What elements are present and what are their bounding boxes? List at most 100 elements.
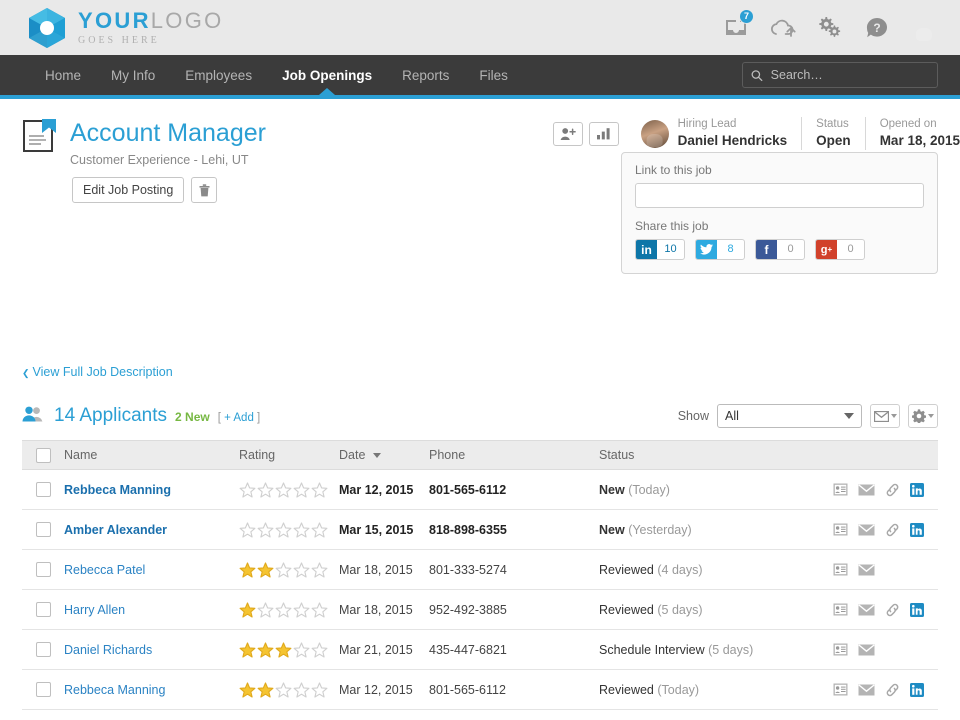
column-header-date[interactable]: Date	[339, 448, 429, 462]
star-icon[interactable]	[311, 562, 328, 578]
envelope-icon[interactable]	[858, 684, 875, 696]
table-row[interactable]: Daniel RichardsMar 21, 2015435-447-6821S…	[22, 630, 938, 670]
rating-stars[interactable]	[239, 602, 339, 618]
star-icon[interactable]	[293, 682, 310, 698]
nav-item-my-info[interactable]: My Info	[96, 55, 170, 95]
row-checkbox[interactable]	[36, 682, 51, 697]
table-settings-button[interactable]	[908, 404, 938, 428]
linkedin-icon[interactable]	[910, 683, 924, 697]
user-avatar[interactable]	[910, 14, 938, 42]
resume-icon[interactable]	[833, 523, 848, 536]
add-applicant-link[interactable]: [ + Add ]	[218, 412, 261, 424]
resume-icon[interactable]	[833, 683, 848, 696]
envelope-icon[interactable]	[858, 484, 875, 496]
column-header-phone[interactable]: Phone	[429, 448, 599, 462]
star-icon[interactable]	[293, 522, 310, 538]
star-icon[interactable]	[293, 642, 310, 658]
column-header-name[interactable]: Name	[64, 448, 239, 462]
gears-icon[interactable]	[816, 14, 844, 42]
column-header-status[interactable]: Status	[599, 448, 833, 462]
column-header-rating[interactable]: Rating	[239, 448, 339, 462]
applicant-name-link[interactable]: Harry Allen	[64, 603, 125, 617]
star-icon[interactable]	[239, 482, 256, 498]
link-icon[interactable]	[885, 483, 900, 497]
star-icon[interactable]	[275, 522, 292, 538]
table-row[interactable]: Rebbeca ManningMar 12, 2015801-565-6112R…	[22, 670, 938, 710]
table-row[interactable]: Amber AlexanderMar 15, 2015818-898-6355N…	[22, 510, 938, 550]
linkedin-icon[interactable]	[910, 603, 924, 617]
search-box[interactable]	[742, 62, 938, 88]
show-filter-select[interactable]: All	[717, 404, 862, 428]
star-icon[interactable]	[311, 682, 328, 698]
link-icon[interactable]	[885, 523, 900, 537]
applicant-name-link[interactable]: Rebbeca Manning	[64, 683, 165, 697]
envelope-icon[interactable]	[858, 564, 875, 576]
star-icon[interactable]	[257, 682, 274, 698]
row-checkbox[interactable]	[36, 522, 51, 537]
linkedin-icon[interactable]	[910, 523, 924, 537]
applicant-name-link[interactable]: Daniel Richards	[64, 643, 152, 657]
logo[interactable]: YOURLOGO GOES HERE	[28, 7, 224, 49]
cloud-upload-icon[interactable]	[769, 14, 797, 42]
search-input[interactable]	[769, 67, 929, 83]
row-checkbox[interactable]	[36, 602, 51, 617]
star-icon[interactable]	[239, 682, 256, 698]
star-icon[interactable]	[311, 522, 328, 538]
resume-icon[interactable]	[833, 563, 848, 576]
table-row[interactable]: Rebbeca ManningMar 12, 2015801-565-6112N…	[22, 470, 938, 510]
linkedin-icon[interactable]	[910, 483, 924, 497]
envelope-icon[interactable]	[858, 524, 875, 536]
resume-icon[interactable]	[833, 603, 848, 616]
applicant-name-link[interactable]: Rebbeca Manning	[64, 483, 171, 497]
star-icon[interactable]	[239, 642, 256, 658]
link-icon[interactable]	[885, 603, 900, 617]
star-icon[interactable]	[239, 562, 256, 578]
star-icon[interactable]	[257, 522, 274, 538]
email-applicants-button[interactable]	[870, 404, 900, 428]
table-row[interactable]: Rebecca PatelMar 18, 2015801-333-5274Rev…	[22, 550, 938, 590]
add-applicant-button[interactable]	[553, 122, 583, 146]
star-icon[interactable]	[257, 562, 274, 578]
star-icon[interactable]	[293, 562, 310, 578]
nav-item-employees[interactable]: Employees	[170, 55, 267, 95]
envelope-icon[interactable]	[858, 604, 875, 616]
row-checkbox[interactable]	[36, 562, 51, 577]
star-icon[interactable]	[311, 482, 328, 498]
nav-item-home[interactable]: Home	[30, 55, 96, 95]
resume-icon[interactable]	[833, 643, 848, 656]
help-icon[interactable]: ?	[863, 14, 891, 42]
star-icon[interactable]	[293, 602, 310, 618]
share-twitter-button[interactable]: 8	[695, 239, 745, 260]
delete-job-button[interactable]	[191, 177, 217, 203]
star-icon[interactable]	[311, 602, 328, 618]
view-full-job-description-link[interactable]: ❮View Full Job Description	[22, 365, 173, 379]
nav-item-files[interactable]: Files	[464, 55, 523, 95]
row-checkbox[interactable]	[36, 482, 51, 497]
share-googleplus-button[interactable]: g+ 0	[815, 239, 865, 260]
applicant-name-link[interactable]: Rebecca Patel	[64, 563, 145, 577]
star-icon[interactable]	[257, 602, 274, 618]
star-icon[interactable]	[275, 682, 292, 698]
nav-item-reports[interactable]: Reports	[387, 55, 464, 95]
envelope-icon[interactable]	[858, 644, 875, 656]
resume-icon[interactable]	[833, 483, 848, 496]
star-icon[interactable]	[239, 522, 256, 538]
star-icon[interactable]	[275, 562, 292, 578]
star-icon[interactable]	[257, 642, 274, 658]
share-facebook-button[interactable]: f 0	[755, 239, 805, 260]
table-row[interactable]: Harry AllenMar 18, 2015952-492-3885Revie…	[22, 590, 938, 630]
link-icon[interactable]	[885, 683, 900, 697]
row-checkbox[interactable]	[36, 642, 51, 657]
star-icon[interactable]	[311, 642, 328, 658]
rating-stars[interactable]	[239, 522, 339, 538]
star-icon[interactable]	[293, 482, 310, 498]
rating-stars[interactable]	[239, 642, 339, 658]
rating-stars[interactable]	[239, 682, 339, 698]
rating-stars[interactable]	[239, 562, 339, 578]
star-icon[interactable]	[239, 602, 256, 618]
star-icon[interactable]	[275, 602, 292, 618]
nav-item-job-openings[interactable]: Job Openings	[267, 55, 387, 95]
inbox-icon[interactable]: 7	[722, 14, 750, 42]
add-link-text[interactable]: + Add	[224, 412, 254, 424]
applicant-name-link[interactable]: Amber Alexander	[64, 523, 167, 537]
